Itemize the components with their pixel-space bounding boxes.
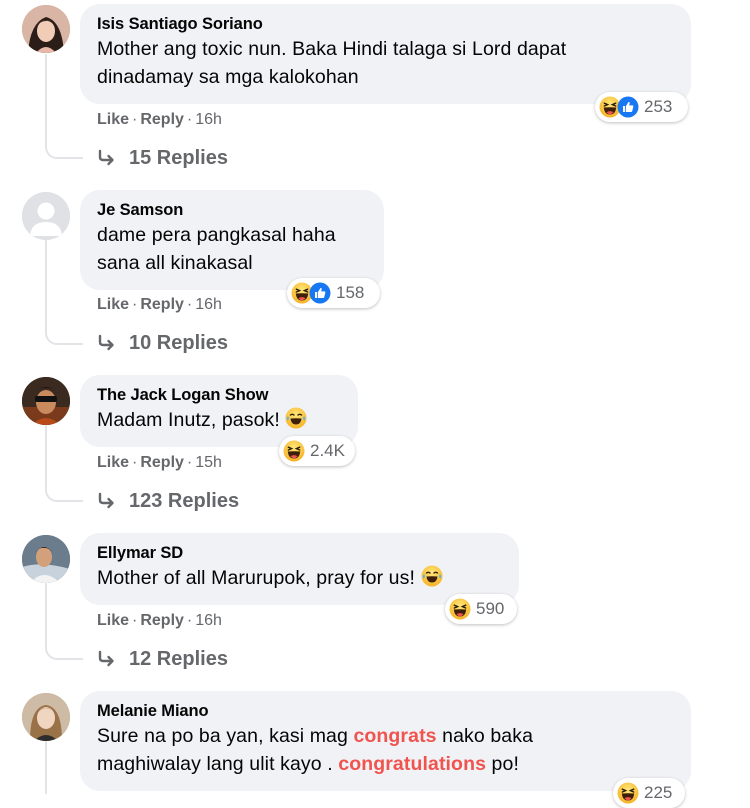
thread-line [45,583,47,646]
thread-connector [45,646,83,660]
comment-author[interactable]: Je Samson [97,200,366,221]
haha-icon [449,598,471,620]
comment-bubble: Melanie Miano Sure na po ba yan, kasi ma… [80,691,691,791]
crying-laughing-emoji-icon [421,565,443,587]
reaction-count: 590 [476,599,505,618]
like-button[interactable]: Like [97,111,129,128]
view-replies-link[interactable]: 12 Replies [97,647,228,671]
comment-author[interactable]: The Jack Logan Show [97,385,340,406]
comment-text-line: dinadamay sa mga kalokohan [97,66,359,88]
comment-timestamp[interactable]: 16h [195,111,222,128]
comment-text-line: maghiwalay lang ulit kayo . congratulati… [97,753,519,775]
like-button[interactable]: Like [97,296,129,313]
view-replies-link[interactable]: 123 Replies [97,489,239,513]
thread-connector [45,331,83,345]
reaction-summary[interactable]: 225 [613,778,685,808]
comment-author[interactable]: Isis Santiago Soriano [97,14,673,35]
reaction-summary[interactable]: 253 [595,92,688,122]
reaction-count: 158 [336,283,365,302]
thread-line [45,425,47,488]
comment-author[interactable]: Melanie Miano [97,701,673,722]
reaction-summary[interactable]: 590 [445,594,517,624]
reaction-summary[interactable]: 2.4K [279,436,355,466]
avatar[interactable] [22,192,70,240]
comment-timestamp[interactable]: 16h [195,612,222,629]
reply-arrow-icon [97,491,117,511]
crying-laughing-emoji-icon [285,407,307,429]
like-icon [309,282,331,304]
reaction-count: 2.4K [310,441,345,460]
comment-actions: Like · Reply · 15h [97,454,222,471]
comment-timestamp[interactable]: 15h [195,454,222,471]
reaction-summary[interactable]: 158 [287,278,380,308]
thread-connector [45,488,83,502]
comment-bubble: Je Samson dame pera pangkasal haha sana … [80,190,384,290]
reply-arrow-icon [97,333,117,353]
avatar[interactable] [22,377,70,425]
highlighted-word[interactable]: congrats [353,725,436,747]
comment-actions: Like · Reply · 16h [97,111,222,128]
haha-icon [617,782,639,804]
comment-bubble: Isis Santiago Soriano Mother ang toxic n… [80,4,691,104]
highlighted-word[interactable]: congratulations [338,753,486,775]
like-button[interactable]: Like [97,612,129,629]
reply-button[interactable]: Reply [140,296,184,313]
comment-actions: Like · Reply · 16h [97,296,222,313]
avatar[interactable] [22,5,70,53]
reply-arrow-icon [97,649,117,669]
thread-connector [45,145,83,159]
comment-timestamp[interactable]: 16h [195,296,222,313]
comment-text-line: Madam Inutz, pasok! [97,406,340,434]
thread-line [45,741,47,794]
thread-line [45,54,47,146]
like-icon [617,96,639,118]
comment-text-line: Mother ang toxic nun. Baka Hindi talaga … [97,38,567,60]
reply-button[interactable]: Reply [140,612,184,629]
comment-bubble: Ellymar SD Mother of all Marurupok, pray… [80,533,519,605]
thread-line [45,240,47,332]
reply-button[interactable]: Reply [140,111,184,128]
like-button[interactable]: Like [97,454,129,471]
view-replies-link[interactable]: 15 Replies [97,146,228,170]
comment-text-line: Sure na po ba yan, kasi mag congrats nak… [97,725,534,747]
reply-button[interactable]: Reply [140,454,184,471]
comment-text-line: dame pera pangkasal haha [97,224,336,246]
avatar[interactable] [22,693,70,741]
reply-arrow-icon [97,148,117,168]
reaction-count: 225 [644,783,673,802]
comment-actions: Like · Reply · 16h [97,612,222,629]
view-replies-link[interactable]: 10 Replies [97,331,228,355]
comment-text-line: Mother of all Marurupok, pray for us! [97,564,501,592]
reaction-count: 253 [644,97,673,116]
comment-author[interactable]: Ellymar SD [97,543,501,564]
comment-text-line: sana all kinakasal [97,252,253,274]
avatar[interactable] [22,535,70,583]
haha-icon [283,440,305,462]
